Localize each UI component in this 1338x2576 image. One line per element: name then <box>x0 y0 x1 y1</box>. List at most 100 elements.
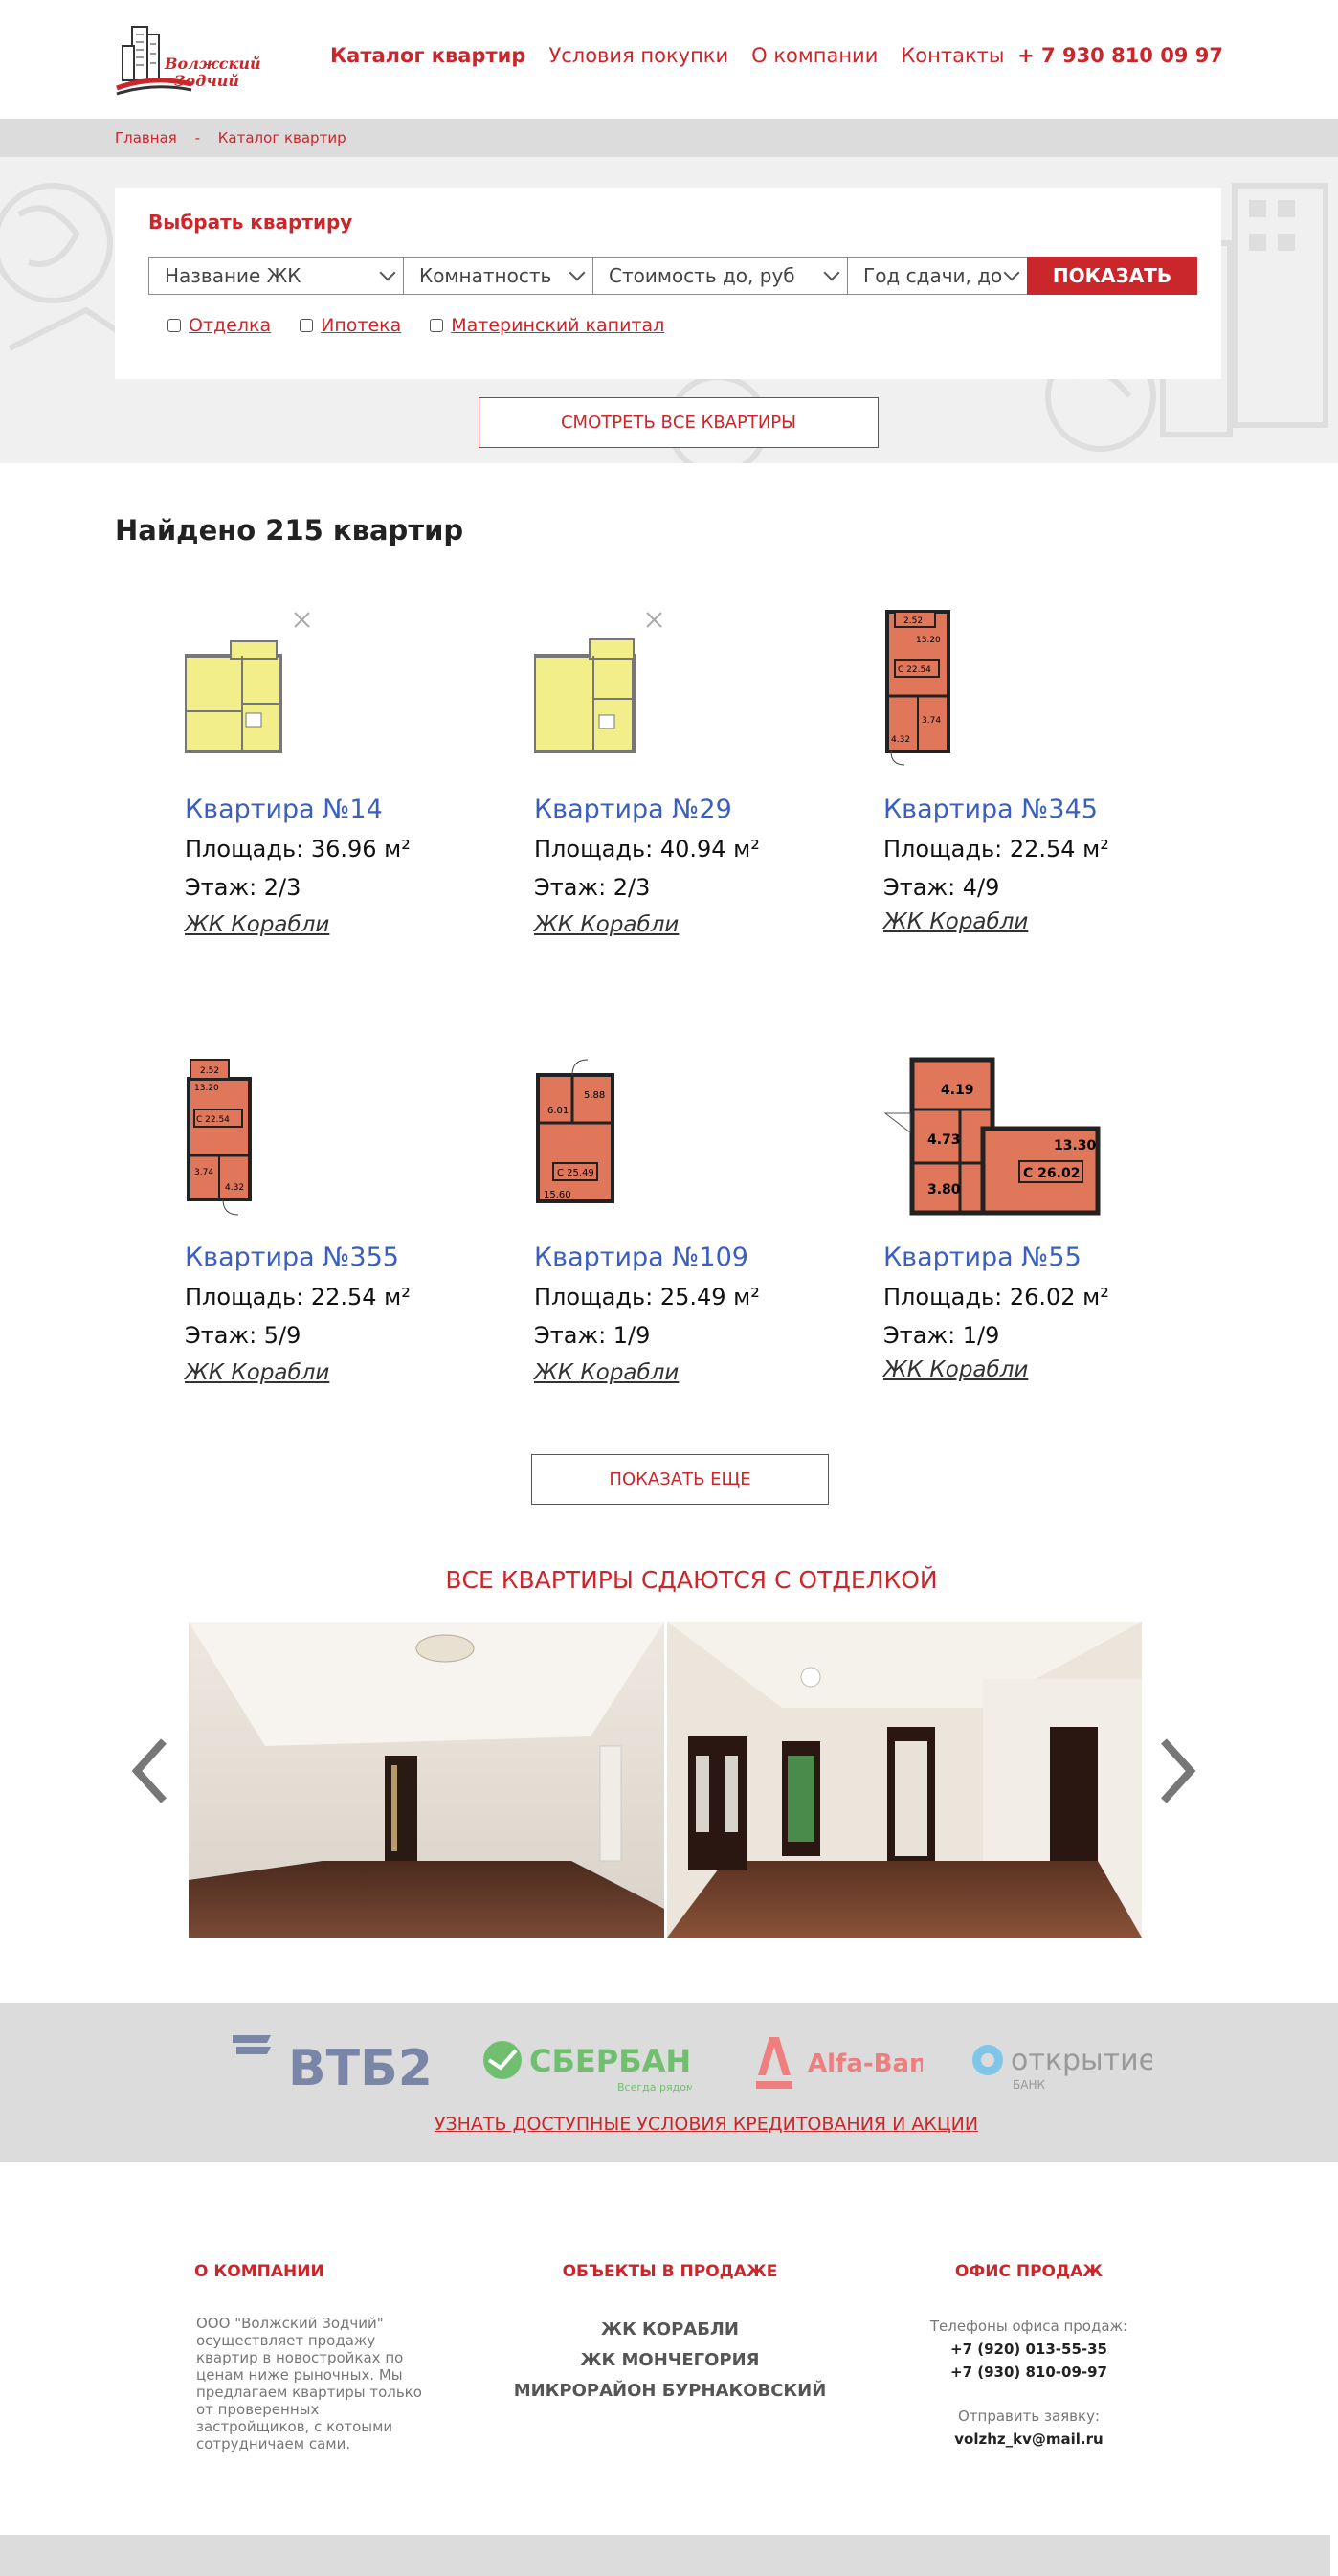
checkbox-maternity-capital[interactable]: Материнский капитал <box>430 315 664 336</box>
filter-checkboxes: Отделка Ипотека Материнский капитал <box>167 315 664 336</box>
nav-contacts[interactable]: Контакты <box>901 44 1004 67</box>
credit-terms-link[interactable]: УЗНАТЬ ДОСТУПНЫЕ УСЛОВИЯ КРЕДИТОВАНИЯ И … <box>0 2114 1338 2135</box>
apartment-floor: Этаж: 4/9 <box>883 874 1000 901</box>
breadcrumb-home[interactable]: Главная <box>115 129 177 146</box>
footer-office-title: ОФИС ПРОДАЖ <box>900 2262 1158 2281</box>
svg-text:4.19: 4.19 <box>941 1083 974 1098</box>
svg-text:С 22.54: С 22.54 <box>196 1115 230 1125</box>
checkbox-label: Отделка <box>189 315 272 336</box>
checkbox-finishing[interactable]: Отделка <box>167 315 271 336</box>
floor-plan-image[interactable]: 4.19 4.73 13.30 3.80 С 26.02 <box>883 1056 1104 1219</box>
svg-text:Alfa-Bank: Alfa-Bank <box>808 2050 923 2078</box>
price-select-value: Стоимость до, руб <box>609 264 795 287</box>
svg-text:2.52: 2.52 <box>200 1066 219 1076</box>
complex-select[interactable]: Название ЖК <box>148 257 403 295</box>
apartment-title[interactable]: Квартира №109 <box>534 1243 748 1272</box>
checkbox-icon[interactable] <box>167 319 181 332</box>
chevron-down-icon <box>823 264 840 281</box>
year-select[interactable]: Год сдачи, до <box>847 257 1027 295</box>
results-count: Найдено 215 квартир <box>115 514 464 547</box>
header-phone[interactable]: + 7 930 810 09 97 <box>1017 44 1223 67</box>
apartment-area: Площадь: 25.49 м² <box>534 1284 760 1310</box>
apartment-complex-link[interactable]: ЖК Корабли <box>185 912 329 937</box>
vtb24-logo[interactable]: ВТБ24 <box>233 2029 467 2097</box>
floor-plan-image[interactable] <box>534 608 668 761</box>
svg-text:15.60: 15.60 <box>544 1190 571 1200</box>
svg-text:13.30: 13.30 <box>1054 1138 1097 1154</box>
floor-plan-image[interactable] <box>185 608 319 761</box>
breadcrumb-separator: - <box>194 129 200 146</box>
price-select[interactable]: Стоимость до, руб <box>592 257 847 295</box>
footer-phone[interactable]: +7 (920) 013-55-35 <box>950 2341 1107 2358</box>
apartment-floor: Этаж: 1/9 <box>534 1322 651 1349</box>
checkbox-mortgage[interactable]: Ипотека <box>300 315 401 336</box>
checkbox-label: Материнский капитал <box>451 315 665 336</box>
svg-text:5.88: 5.88 <box>584 1090 605 1101</box>
slider-prev-arrow[interactable] <box>131 1737 169 1804</box>
sberbank-logo[interactable]: СБЕРБАНК Всегда рядом <box>481 2037 716 2098</box>
floor-plan-image[interactable]: 2.52 13.20 С 22.54 3.74 4.32 <box>185 1056 261 1219</box>
apartment-title[interactable]: Квартира №14 <box>185 795 383 824</box>
footer-phone[interactable]: +7 (930) 810-09-97 <box>950 2363 1107 2381</box>
apartment-title[interactable]: Квартира №55 <box>883 1243 1082 1272</box>
svg-text:С 25.49: С 25.49 <box>557 1168 594 1178</box>
footer-heading: ОФИС ПРОДАЖ <box>954 2262 1104 2281</box>
show-button[interactable]: ПОКАЗАТЬ <box>1027 257 1197 295</box>
year-select-value: Год сдачи, до <box>863 264 1003 287</box>
filter-panel: Выбрать квартиру Название ЖК Комнатность… <box>115 188 1221 379</box>
apartment-complex-link[interactable]: ЖК Корабли <box>185 1360 329 1385</box>
svg-text:ВТБ24: ВТБ24 <box>288 2040 432 2091</box>
otkritie-logo[interactable]: открытие БАНК <box>970 2037 1156 2098</box>
apartment-complex-link[interactable]: ЖК Корабли <box>883 909 1028 934</box>
rooms-select[interactable]: Комнатность <box>403 257 592 295</box>
show-more-button[interactable]: ПОКАЗАТЬ ЕЩЕ <box>531 1454 829 1505</box>
svg-text:СБЕРБАНК: СБЕРБАНК <box>529 2043 692 2079</box>
view-all-button[interactable]: СМОТРЕТЬ ВСЕ КВАРТИРЫ <box>479 397 879 448</box>
svg-text:13.20: 13.20 <box>194 1084 219 1093</box>
footer-about-title: О КОМПАНИИ <box>194 2262 324 2281</box>
nav-purchase-terms[interactable]: Условия покупки <box>548 44 728 67</box>
bottom-bar <box>0 2535 1330 2576</box>
rooms-select-value: Комнатность <box>419 264 552 287</box>
apartment-complex-link[interactable]: ЖК Корабли <box>883 1357 1028 1382</box>
chevron-right-icon[interactable] <box>1158 1737 1196 1804</box>
svg-text:Всегда рядом: Всегда рядом <box>617 2081 692 2094</box>
checkbox-icon[interactable] <box>300 319 314 332</box>
apartment-title[interactable]: Квартира №355 <box>185 1243 399 1272</box>
footer-email[interactable]: volzhz_kv@mail.ru <box>954 2430 1103 2448</box>
svg-text:БАНК: БАНК <box>1013 2078 1045 2092</box>
apartment-title[interactable]: Квартира №29 <box>534 795 732 824</box>
svg-text:С 26.02: С 26.02 <box>1023 1166 1080 1181</box>
svg-text:3.80: 3.80 <box>927 1182 961 1198</box>
footer-object-link[interactable]: ЖК КОРАБЛИ <box>498 2315 842 2345</box>
slider-next-arrow[interactable] <box>1158 1737 1196 1804</box>
chevron-down-icon <box>569 264 586 281</box>
footer-object-link[interactable]: ЖК МОНЧЕГОРИЯ <box>498 2345 842 2376</box>
svg-text:С 22.54: С 22.54 <box>898 665 931 675</box>
apartment-complex-link[interactable]: ЖК Корабли <box>534 1360 679 1385</box>
svg-text:3.74: 3.74 <box>194 1168 213 1177</box>
svg-text:4.32: 4.32 <box>225 1183 244 1193</box>
chevron-down-icon <box>1003 264 1020 281</box>
checkbox-icon[interactable] <box>430 319 444 332</box>
apartment-title[interactable]: Квартира №345 <box>883 795 1098 824</box>
nav-about[interactable]: О компании <box>751 44 878 67</box>
footer-object-link[interactable]: МИКРОРАЙОН БУРНАКОВСКИЙ <box>498 2376 842 2407</box>
apartment-area: Площадь: 36.96 м² <box>185 836 411 862</box>
nav-catalog[interactable]: Каталог квартир <box>330 44 525 67</box>
apartment-area: Площадь: 26.02 м² <box>883 1284 1109 1310</box>
apartment-floor: Этаж: 2/3 <box>534 874 651 901</box>
alfa-bank-logo[interactable]: Alfa-Bank <box>750 2033 945 2098</box>
company-logo[interactable]: Волжский Зодчий <box>115 21 266 103</box>
footer-about-text: ООО "Волжский Зодчий" осуществляет прода… <box>196 2315 422 2453</box>
footer-heading: О КОМПАНИИ <box>194 2262 324 2281</box>
interior-photo <box>667 1622 1142 1938</box>
chevron-left-icon[interactable] <box>131 1737 169 1804</box>
breadcrumb-current[interactable]: Каталог квартир <box>218 129 346 146</box>
floor-plan-image[interactable]: 2.52 13.20 С 22.54 3.74 4.32 <box>883 608 960 771</box>
svg-text:4.73: 4.73 <box>927 1132 961 1148</box>
apartment-complex-link[interactable]: ЖК Корабли <box>534 912 679 937</box>
complex-select-value: Название ЖК <box>165 264 301 287</box>
floor-plan-image[interactable]: 5.88 6.01 С 25.49 15.60 <box>534 1056 620 1219</box>
site-header: Волжский Зодчий Каталог квартир Условия … <box>0 0 1338 119</box>
